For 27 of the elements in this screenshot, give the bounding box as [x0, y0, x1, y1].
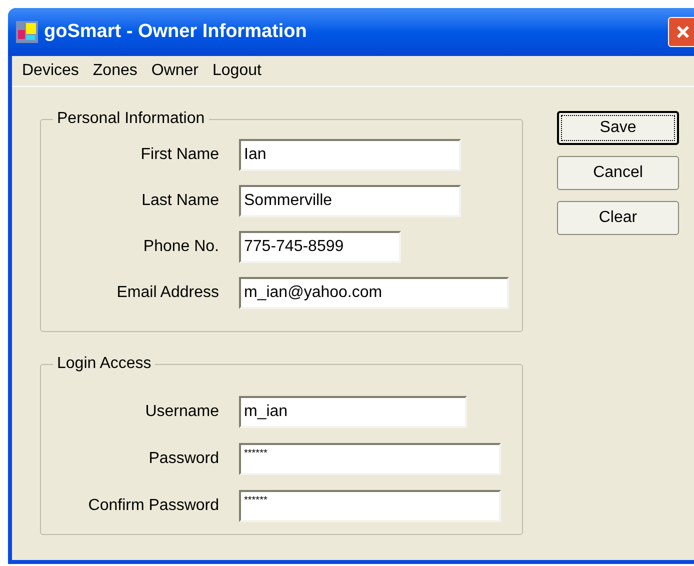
field-label: Confirm Password — [87, 496, 220, 516]
text-field[interactable]: Sommerville — [239, 185, 461, 217]
field-label: Email Address — [116, 283, 220, 303]
close-button[interactable] — [668, 17, 694, 47]
menu-item[interactable]: Logout — [206, 59, 268, 83]
menu-item[interactable]: Owner — [145, 59, 204, 83]
text-field[interactable]: 775-745-8599 — [239, 231, 401, 263]
password-field[interactable]: ****** — [239, 490, 501, 522]
field-label: Last Name — [140, 191, 220, 211]
dialog-button[interactable]: Cancel — [557, 156, 679, 190]
field-label: Password — [148, 449, 220, 469]
app-logo-icon — [16, 21, 38, 43]
dialog-button[interactable]: Save — [557, 111, 679, 145]
window-title: goSmart - Owner Information — [44, 20, 307, 44]
menu-item[interactable]: Zones — [86, 59, 144, 83]
menu-item[interactable]: Devices — [16, 59, 85, 83]
dialog-button[interactable]: Clear — [557, 201, 679, 235]
text-field[interactable]: m_ian@yahoo.com — [239, 277, 509, 309]
field-label: Username — [144, 402, 220, 422]
password-field[interactable]: ****** — [239, 443, 501, 475]
field-label: Phone No. — [142, 237, 220, 257]
group-title: Personal Information — [56, 109, 206, 129]
text-field[interactable]: Ian — [239, 139, 461, 171]
field-label: First Name — [140, 145, 220, 165]
group-title: Login Access — [56, 354, 152, 374]
close-icon — [675, 24, 691, 40]
text-field[interactable]: m_ian — [239, 396, 467, 428]
